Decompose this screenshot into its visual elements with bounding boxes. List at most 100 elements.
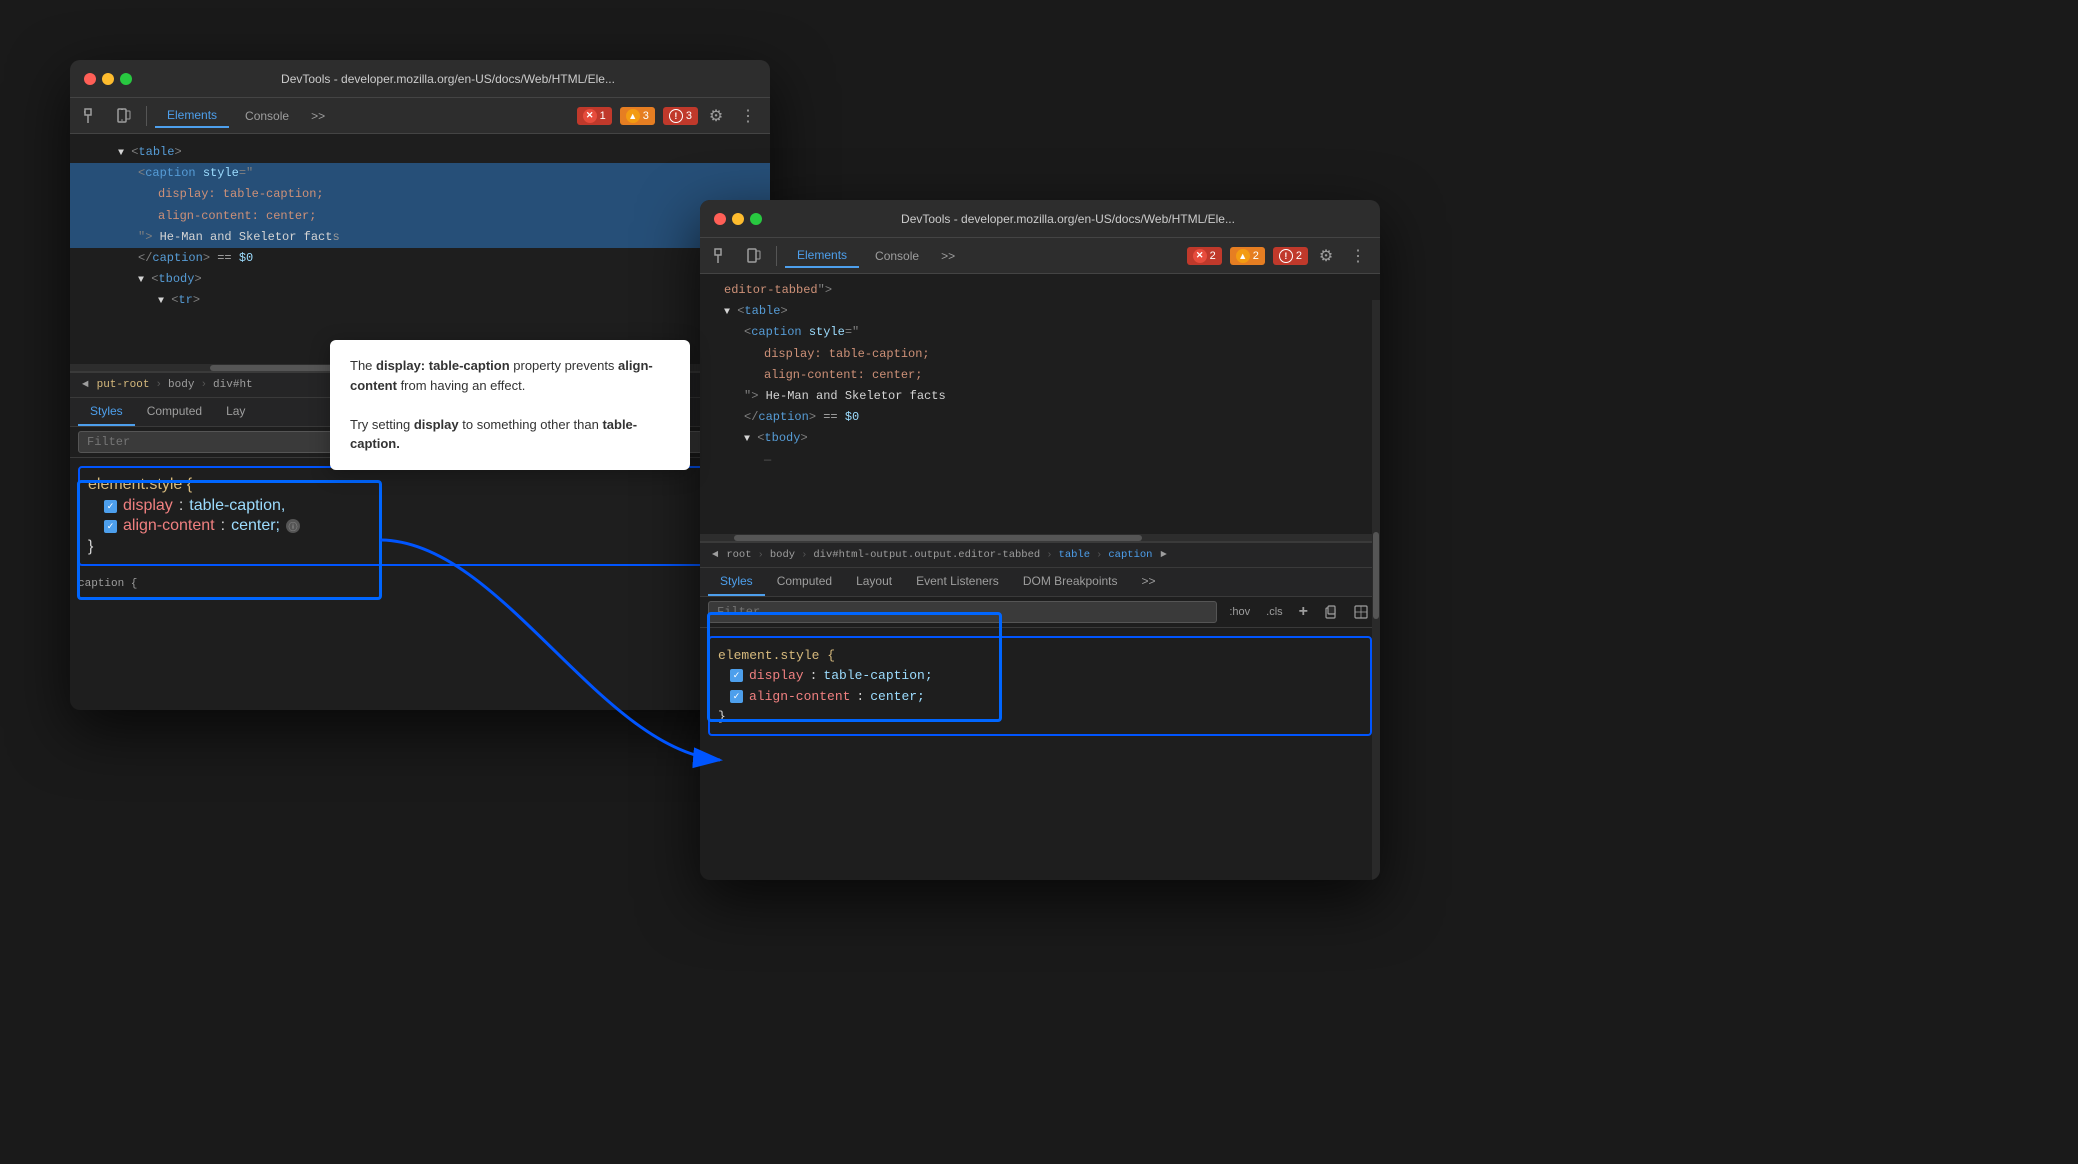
window-1-title: DevTools - developer.mozilla.org/en-US/d… [140,72,756,86]
settings-icon-1[interactable]: ⚙ [702,102,730,130]
tab-layout-1[interactable]: Lay [214,398,257,426]
window-2-titlebar: DevTools - developer.mozilla.org/en-US/d… [700,200,1380,238]
warning-icon-1: ▲ [626,109,640,123]
tooltip-text-2: Try setting display to something other t… [350,415,670,454]
badge-error-2: ✕ 2 [1187,247,1222,265]
caption-rule-hint: caption { [70,574,770,594]
crumb-body-2[interactable]: body [766,547,799,563]
tab-computed-1[interactable]: Computed [135,398,214,426]
tab-console-2[interactable]: Console [863,245,931,267]
style-rule-2: element.style { display : table-caption;… [708,636,1372,736]
tab-more-2[interactable]: >> [935,245,961,267]
crumb-caption-2[interactable]: caption [1104,547,1156,563]
traffic-lights-1 [84,73,132,85]
tab-computed-2[interactable]: Computed [765,568,844,596]
badge-info-2: ! 2 [1273,247,1308,265]
tab-more-1[interactable]: >> [305,105,331,127]
tree-line-display[interactable]: display: table-caption; [70,184,770,205]
html-tree-2: editor-tabbed"> ▼ <table> <caption style… [700,274,1380,534]
hov-button[interactable]: :hov [1225,604,1254,620]
device-icon-2[interactable] [740,242,768,270]
breadcrumb-back-2[interactable]: ◄ [708,549,722,561]
tab-console-1[interactable]: Console [233,105,301,127]
tree-line-editor[interactable]: editor-tabbed"> [700,280,1380,301]
checkbox-align-1[interactable] [104,520,117,533]
style-rule-1: element.style { display: table-caption, … [78,466,762,566]
tree-line-tbody-2[interactable]: ▼ <tbody> [700,428,1380,449]
tree-line-caption-close[interactable]: </caption> == $0 [70,248,770,269]
error-icon-1: ✕ [583,109,597,123]
crumb-root-2[interactable]: root [722,547,755,563]
device-icon[interactable] [110,102,138,130]
style-close-2: } [718,707,1362,726]
tab-elements-2[interactable]: Elements [785,244,859,268]
tab-dom-2[interactable]: DOM Breakpoints [1011,568,1130,596]
tree-line-table-2[interactable]: ▼ <table> [700,301,1380,322]
tree-line-display-2[interactable]: display: table-caption; [700,344,1380,365]
style-prop-display-1: display: table-caption, [88,496,752,516]
tab-styles-1[interactable]: Styles [78,398,135,426]
crumb-div-2[interactable]: div#html-output.output.editor-tabbed [809,547,1044,563]
tree-line-align[interactable]: align-content: center; [70,206,770,227]
tree-line-caption-open-2[interactable]: <caption style=" [700,322,1380,343]
vertical-scrollbar-2[interactable] [1372,300,1380,880]
info-icon-1: ! [669,109,683,123]
inspect-icon[interactable] [78,102,106,130]
style-selector-2: element.style { [718,646,1362,665]
filter-input-2[interactable] [708,601,1217,623]
tree-line-tbody[interactable]: ▼ <tbody> [70,269,770,290]
tree-line-caption-text[interactable]: "> He-Man and Skeletor facts [70,227,770,248]
tab-layout-2[interactable]: Layout [844,568,904,596]
style-prop-align-1: align-content: center; ⓘ [88,516,752,536]
close-button-2[interactable] [714,213,726,225]
tab-elements-1[interactable]: Elements [155,104,229,128]
more-icon-1[interactable]: ⋮ [734,102,762,130]
maximize-button-1[interactable] [120,73,132,85]
crumb-div-1[interactable]: div#ht [209,377,257,393]
html-tree-1: ▼ <table> <caption style=" display: tabl… [70,134,770,364]
crumb-body-1[interactable]: body [164,377,198,393]
badge-info-1: ! 3 [663,107,698,125]
more-icon-2[interactable]: ⋮ [1344,242,1372,270]
badge-warning-1: ▲ 3 [620,107,655,125]
inspect-icon-2[interactable] [708,242,736,270]
close-button-1[interactable] [84,73,96,85]
checkbox-display-2[interactable] [730,669,743,682]
window-1-titlebar: DevTools - developer.mozilla.org/en-US/d… [70,60,770,98]
horizontal-scrollbar-2[interactable] [700,534,1380,542]
tree-line-caption-close-2[interactable]: </caption> == $0 [700,407,1380,428]
breadcrumb-back-1[interactable]: ◄ [78,379,93,391]
minimize-button-1[interactable] [102,73,114,85]
inspect-element-icon[interactable] [1350,601,1372,623]
minimize-button-2[interactable] [732,213,744,225]
maximize-button-2[interactable] [750,213,762,225]
window-1-toolbar: Elements Console >> ✕ 1 ▲ 3 ! 3 ⚙ ⋮ [70,98,770,134]
tree-line-align-2[interactable]: align-content: center; [700,365,1380,386]
style-rule-container-2: element.style { display : table-caption;… [700,628,1380,744]
style-selector-1: element.style { [88,474,752,496]
cls-button[interactable]: .cls [1262,604,1287,620]
tab-event-2[interactable]: Event Listeners [904,568,1011,596]
copy-styles-icon[interactable] [1320,601,1342,623]
add-style-button[interactable]: + [1295,601,1312,623]
error-icon-2: ✕ [1193,249,1207,263]
settings-icon-2[interactable]: ⚙ [1312,242,1340,270]
warning-icon-2: ▲ [1236,249,1250,263]
crumb-put-root[interactable]: put-root [93,377,154,393]
crumb-table-2[interactable]: table [1055,547,1095,563]
badge-warning-2: ▲ 2 [1230,247,1265,265]
scrollbar-thumb-2[interactable] [734,535,1142,541]
checkbox-display-1[interactable] [104,500,117,513]
align-info-icon[interactable]: ⓘ [286,519,300,533]
breadcrumb-forward-2[interactable]: ► [1156,549,1170,561]
tree-line-table[interactable]: ▼ <table> [70,142,770,163]
vertical-scrollbar-thumb-2[interactable] [1373,532,1379,619]
tree-line-tr[interactable]: ▼ <tr> [70,290,770,311]
tab-more-styles-2[interactable]: >> [1130,568,1168,596]
tab-styles-2[interactable]: Styles [708,568,765,596]
tree-line-caption-open[interactable]: <caption style=" [70,163,770,184]
tree-line-caption-text-2[interactable]: "> He-Man and Skeletor facts [700,386,1380,407]
style-close-1: } [88,536,752,558]
info-icon-badge-2: ! [1279,249,1293,263]
checkbox-align-2[interactable] [730,690,743,703]
